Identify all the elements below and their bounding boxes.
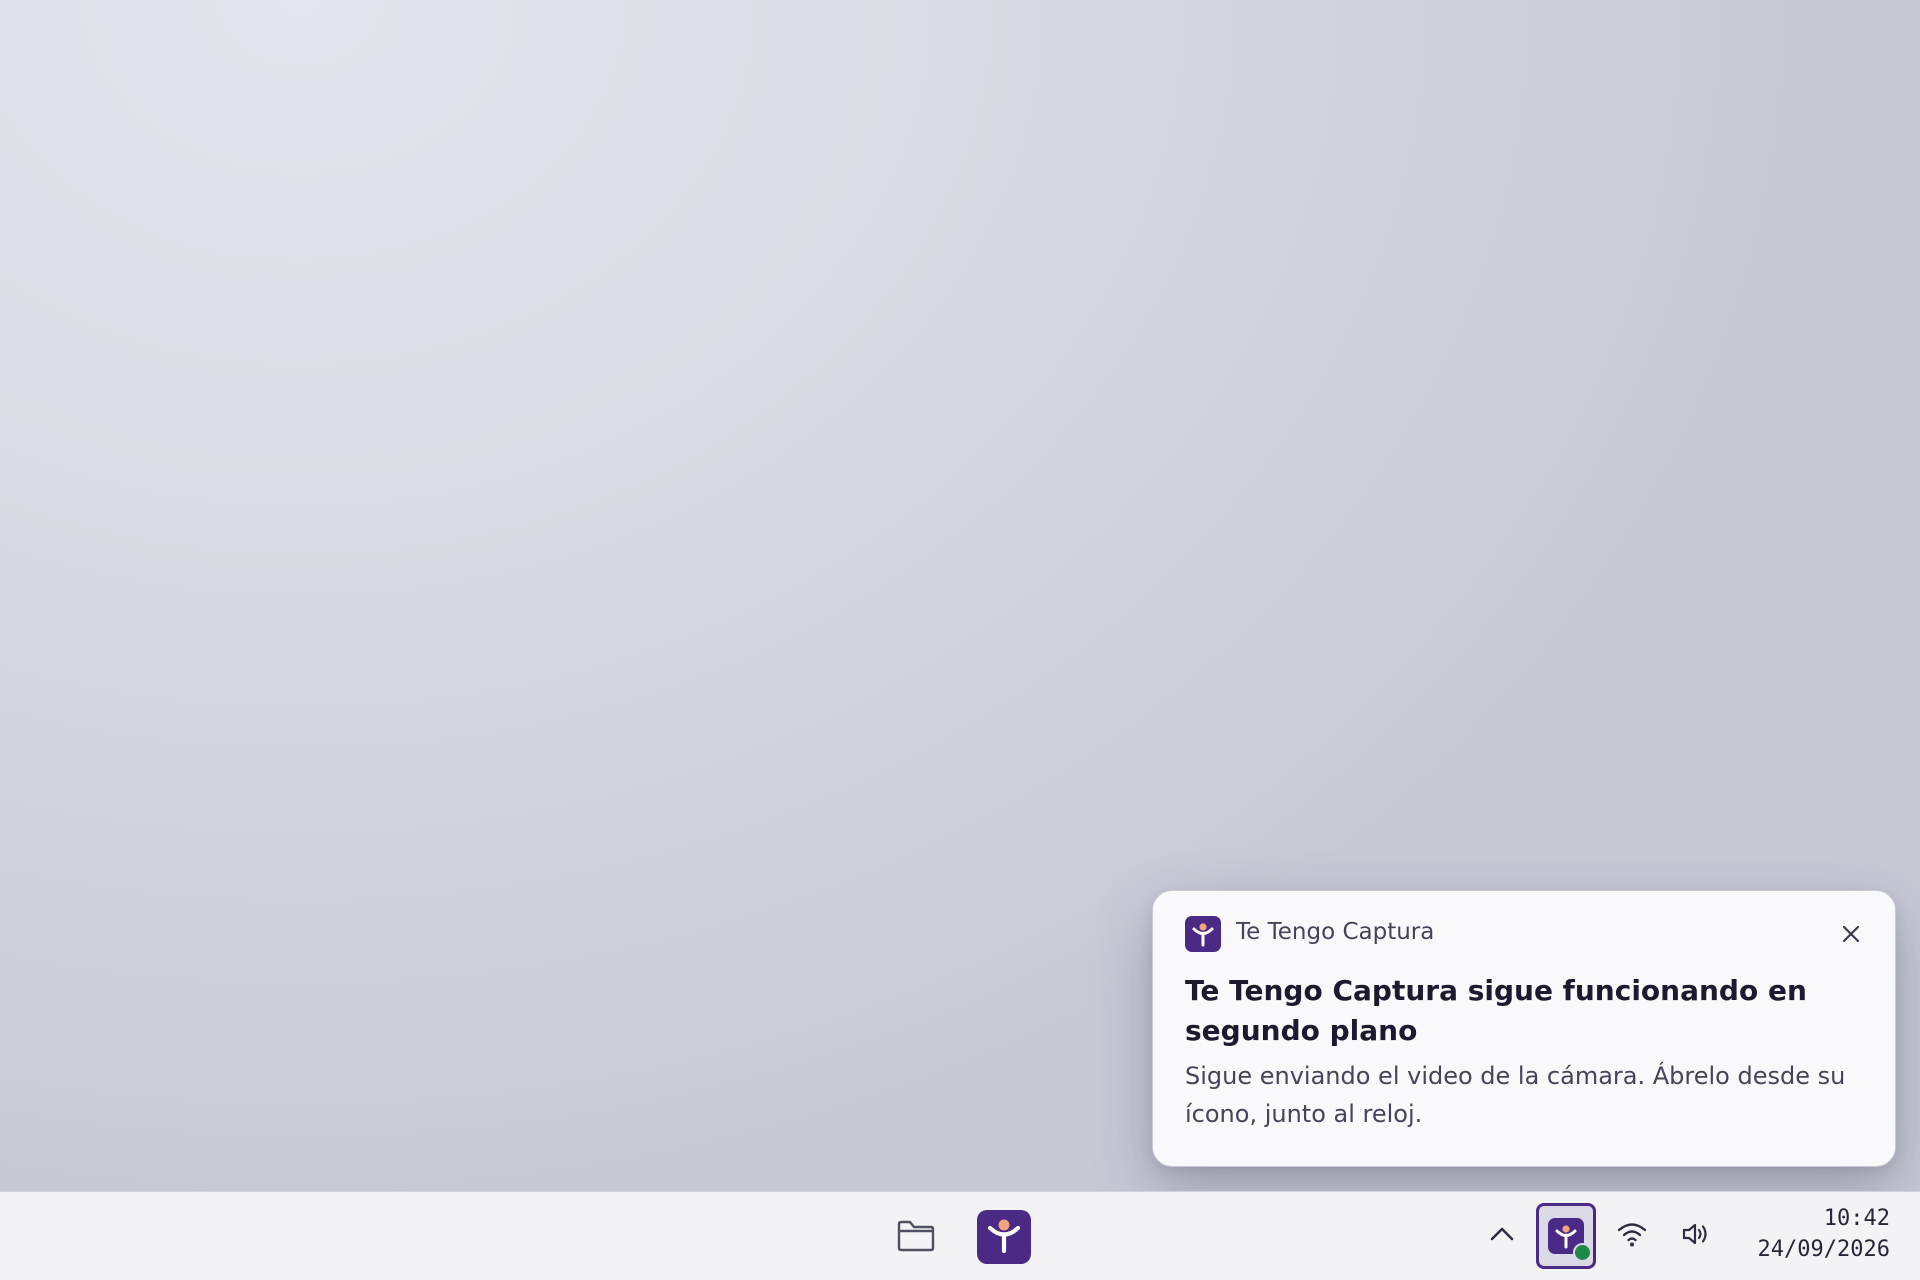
te-tengo-captura-taskbar-button[interactable]: [977, 1210, 1031, 1264]
taskbar: 10:42 24/09/2026: [0, 1191, 1920, 1280]
status-dot: [1573, 1243, 1592, 1262]
notification-app-name: Te Tengo Captura: [1236, 919, 1435, 945]
clock-date: 24/09/2026: [1757, 1237, 1890, 1262]
clock-time: 10:42: [1823, 1206, 1890, 1231]
wifi-icon: [1616, 1220, 1648, 1252]
te-tengo-captura-icon: [1548, 1218, 1592, 1262]
volume-button[interactable]: [1676, 1214, 1716, 1258]
folder-icon: [896, 1219, 936, 1257]
notification-title: Te Tengo Captura sigue funcionando en se…: [1185, 974, 1807, 1047]
notification-toast[interactable]: Te Tengo Captura Te Tengo Captura sigue …: [1152, 890, 1896, 1167]
te-tengo-captura-icon: [1185, 916, 1221, 952]
wifi-button[interactable]: [1612, 1214, 1652, 1258]
chevron-up-icon: [1489, 1225, 1515, 1247]
te-tengo-captura-icon: [977, 1208, 1031, 1266]
show-hidden-icons-button[interactable]: [1484, 1214, 1520, 1258]
volume-icon: [1680, 1220, 1712, 1252]
close-icon[interactable]: [1833, 916, 1869, 952]
file-explorer-button[interactable]: [890, 1212, 942, 1264]
te-tengo-captura-tray-button[interactable]: [1536, 1203, 1596, 1269]
clock[interactable]: 10:42 24/09/2026: [1738, 1204, 1890, 1270]
notification-body: Sigue enviando el video de la cámara. Áb…: [1185, 1062, 1846, 1128]
